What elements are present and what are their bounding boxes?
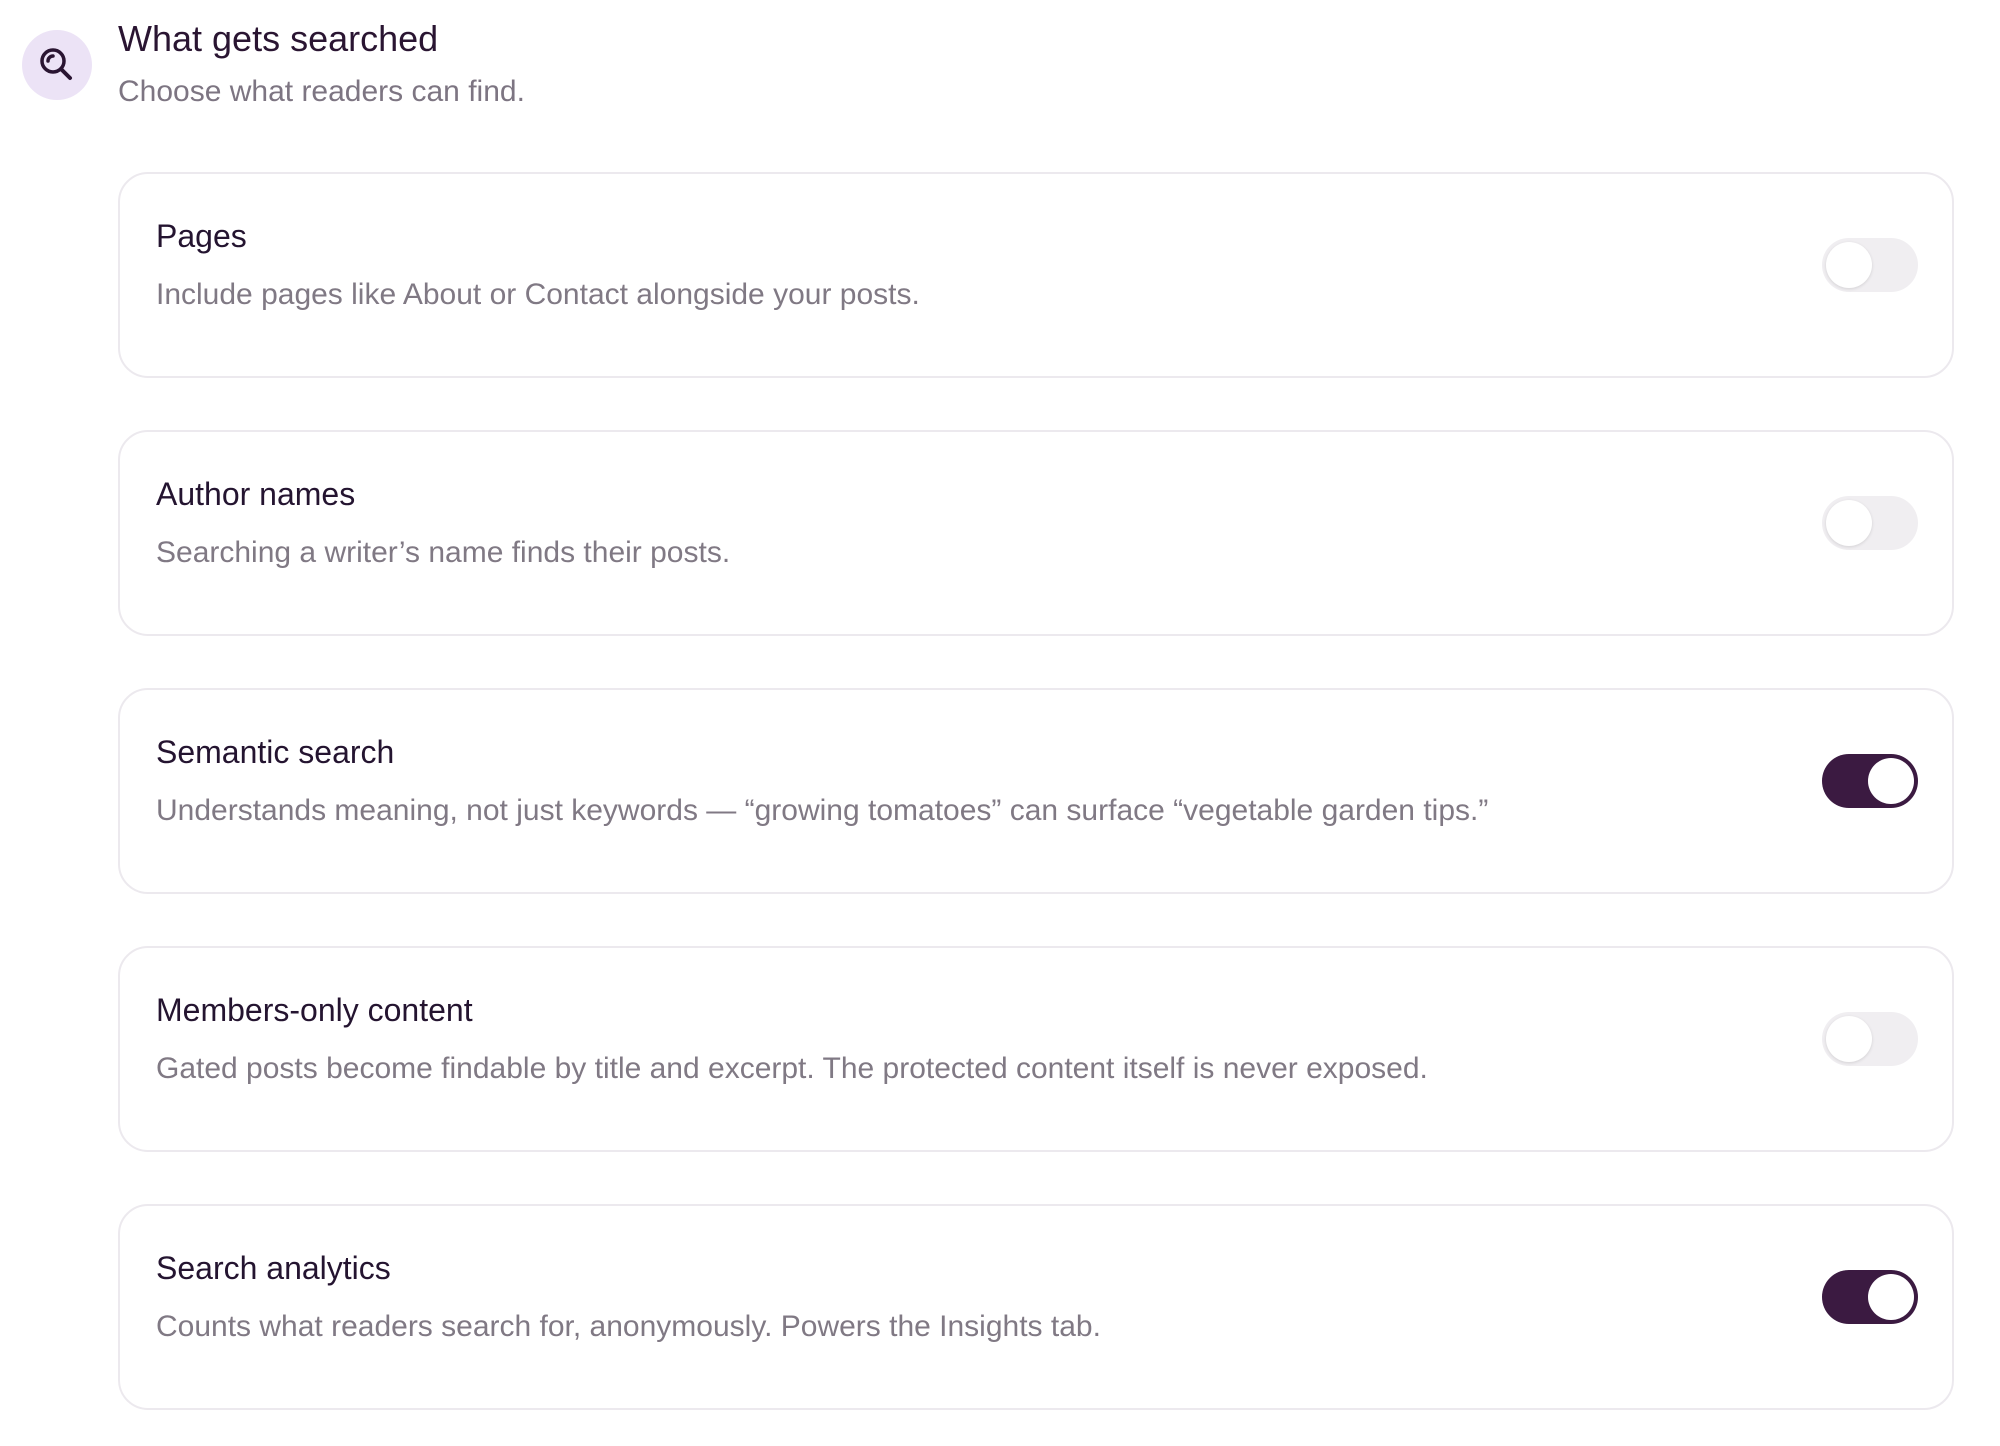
toggle-knob xyxy=(1868,1274,1914,1320)
toggle-knob xyxy=(1826,242,1872,288)
pages-toggle[interactable] xyxy=(1822,238,1918,292)
toggle-knob xyxy=(1826,500,1872,546)
option-title: Members-only content xyxy=(156,992,473,1028)
option-description: Gated posts become findable by title and… xyxy=(156,1052,1428,1085)
author-names-toggle[interactable] xyxy=(1822,496,1918,550)
option-description: Include pages like About or Contact alon… xyxy=(156,278,920,311)
option-description: Understands meaning, not just keywords —… xyxy=(156,794,1489,827)
option-title: Semantic search xyxy=(156,734,395,770)
members-only-toggle[interactable] xyxy=(1822,1012,1918,1066)
section-subtitle: Choose what readers can find. xyxy=(118,75,525,108)
option-card-semantic-search: Semantic search Understands meaning, not… xyxy=(118,688,1954,894)
option-description: Searching a writer’s name finds their po… xyxy=(156,536,731,569)
search-icon xyxy=(22,30,92,100)
option-title: Author names xyxy=(156,476,356,512)
option-title: Search analytics xyxy=(156,1250,391,1286)
option-card-author-names: Author names Searching a writer’s name f… xyxy=(118,430,1954,636)
option-card-pages: Pages Include pages like About or Contac… xyxy=(118,172,1954,378)
option-card-members-only: Members-only content Gated posts become … xyxy=(118,946,1954,1152)
option-text: Search analytics Counts what readers sea… xyxy=(156,1246,1772,1348)
header-text: What gets searched Choose what readers c… xyxy=(118,14,525,114)
options-list: Pages Include pages like About or Contac… xyxy=(118,172,1954,1410)
option-text: Pages Include pages like About or Contac… xyxy=(156,214,1772,316)
toggle-knob xyxy=(1826,1016,1872,1062)
option-text: Members-only content Gated posts become … xyxy=(156,988,1772,1090)
section-title: What gets searched xyxy=(118,18,439,59)
section-header: What gets searched Choose what readers c… xyxy=(22,14,525,114)
semantic-search-toggle[interactable] xyxy=(1822,754,1918,808)
search-analytics-toggle[interactable] xyxy=(1822,1270,1918,1324)
option-description: Counts what readers search for, anonymou… xyxy=(156,1310,1101,1343)
option-text: Semantic search Understands meaning, not… xyxy=(156,730,1772,832)
toggle-knob xyxy=(1868,758,1914,804)
option-card-search-analytics: Search analytics Counts what readers sea… xyxy=(118,1204,1954,1410)
option-text: Author names Searching a writer’s name f… xyxy=(156,472,1772,574)
option-title: Pages xyxy=(156,218,247,254)
